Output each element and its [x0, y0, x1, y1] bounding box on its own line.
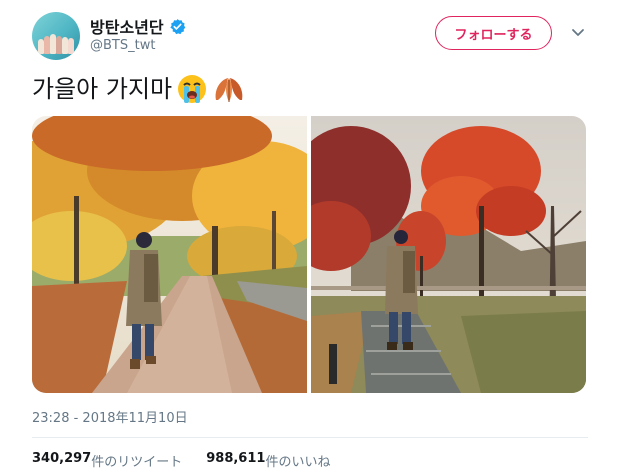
- media-grid: [32, 116, 586, 393]
- like-label: 件のいいね: [265, 455, 331, 470]
- retweet-stat[interactable]: 340,297 件のリツイート: [32, 451, 182, 470]
- follow-button[interactable]: フォローする: [435, 16, 552, 50]
- like-stat[interactable]: 988,611 件のいいね: [206, 451, 330, 470]
- verified-badge-icon: [169, 18, 185, 34]
- avatar[interactable]: [32, 12, 80, 60]
- chevron-down-icon[interactable]: [570, 24, 586, 40]
- fallen-leaf-icon: [215, 78, 243, 102]
- loudly-crying-face-icon: [178, 75, 207, 103]
- tweet-text: 가을아 가지마: [32, 75, 173, 103]
- user-handle[interactable]: @BTS_twt: [90, 38, 155, 53]
- photo-autumn-path-yellow-trees[interactable]: [32, 116, 307, 393]
- tweet-stats: 340,297 件のリツイート 988,611 件のいいね: [32, 451, 354, 470]
- retweet-label: 件のリツイート: [91, 455, 183, 470]
- retweet-count: 340,297: [32, 451, 92, 466]
- photo-autumn-path-red-maples[interactable]: [311, 116, 586, 393]
- like-count: 988,611: [206, 451, 266, 466]
- tweet-text-row: 가을아 가지마: [32, 72, 246, 106]
- tweet-header: 방탄소년단 @BTS_twt フォローする: [0, 0, 620, 62]
- display-name[interactable]: 방탄소년단: [90, 14, 164, 38]
- name-row: 방탄소년단: [90, 14, 186, 38]
- divider: [32, 437, 588, 438]
- tweet-timestamp[interactable]: 23:28 - 2018年11月10日: [32, 407, 188, 426]
